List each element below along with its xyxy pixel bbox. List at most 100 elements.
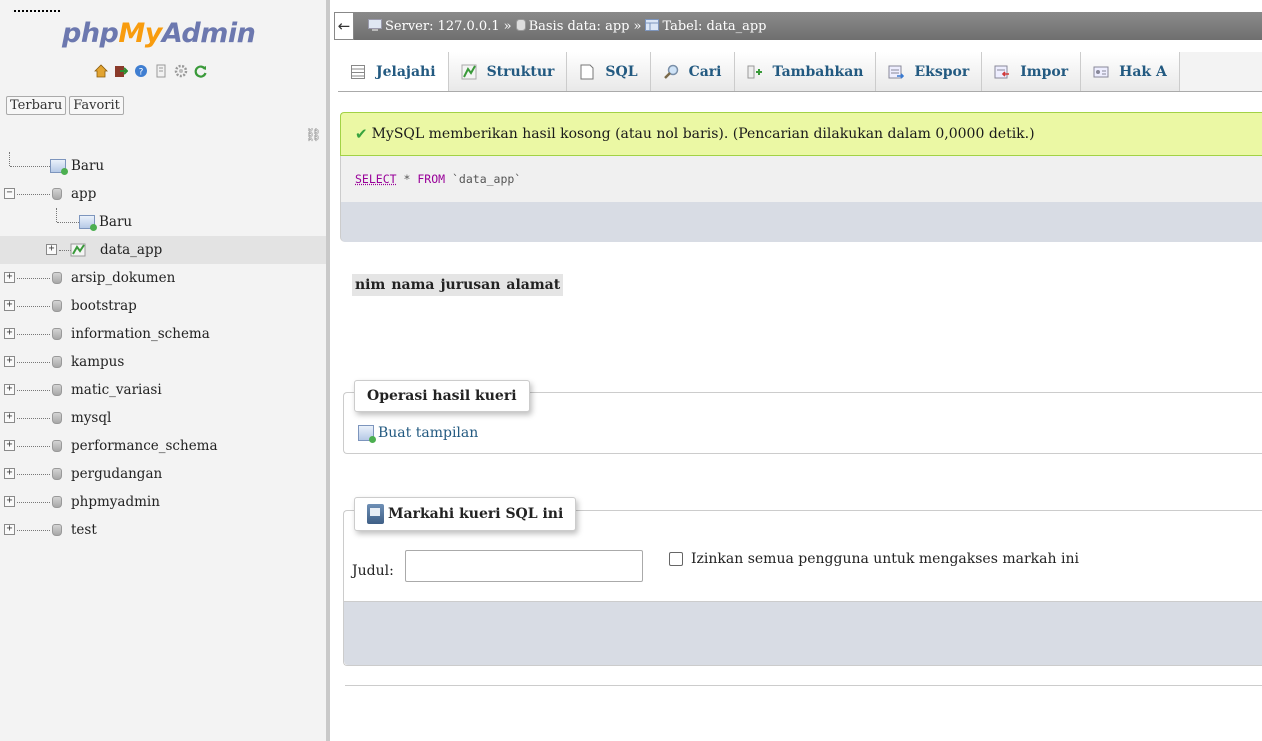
expand-icon[interactable]: + xyxy=(4,440,15,451)
expand-icon[interactable]: + xyxy=(4,412,15,423)
database-icon xyxy=(52,300,62,312)
result-columns-header: nim nama jurusan alamat xyxy=(352,274,564,296)
recent-favorite-tabs: Terbaru Favorit xyxy=(6,96,124,115)
new-icon xyxy=(50,159,68,175)
tree-item-db-pergudangan[interactable]: + pergudangan xyxy=(0,460,326,488)
tree-item-db-arsip_dokumen[interactable]: + arsip_dokumen xyxy=(0,264,326,292)
docs-icon[interactable] xyxy=(154,64,168,78)
expand-icon[interactable]: + xyxy=(4,272,15,283)
tree-item-db-bootstrap[interactable]: + bootstrap xyxy=(0,292,326,320)
column-header[interactable]: nim xyxy=(352,277,388,293)
query-operations-legend: Operasi hasil kueri xyxy=(354,380,530,412)
tree-item-db-phpmyadmin[interactable]: + phpmyadmin xyxy=(0,488,326,516)
tab-browse[interactable]: Jelajahi xyxy=(338,52,449,91)
back-button[interactable]: ← xyxy=(334,12,354,40)
reload-icon[interactable] xyxy=(194,64,208,78)
bookmark-title-label: Judul: xyxy=(352,563,394,579)
column-header[interactable]: jurusan xyxy=(437,277,503,293)
sql-actions-bar xyxy=(340,202,1262,242)
database-tree: Baru − app Baru + data_app + arsip_dokum… xyxy=(0,152,326,544)
tab-search[interactable]: Cari xyxy=(650,52,735,91)
breadcrumb-server[interactable]: Server: 127.0.0.1 xyxy=(368,18,500,34)
tree-item-db-matic_variasi[interactable]: + matic_variasi xyxy=(0,376,326,404)
tab-structure[interactable]: Struktur xyxy=(448,52,568,91)
expand-icon[interactable]: + xyxy=(4,468,15,479)
table-menu-tabs: Jelajahi Struktur SQL Cari Tambahkan Eks… xyxy=(338,52,1262,92)
database-icon xyxy=(52,188,62,200)
privileges-icon xyxy=(1093,66,1109,78)
bookmark-share-checkbox[interactable]: Izinkan semua pengguna untuk mengakses m… xyxy=(669,551,1079,567)
create-view-link[interactable]: Buat tampilan xyxy=(358,425,478,443)
top-divider xyxy=(14,10,60,12)
database-icon xyxy=(52,272,62,284)
insert-icon xyxy=(747,65,762,79)
database-icon xyxy=(52,328,62,340)
collapse-icon[interactable]: − xyxy=(4,188,15,199)
tab-privileges[interactable]: Hak A xyxy=(1081,52,1180,91)
expand-icon[interactable]: + xyxy=(4,300,15,311)
tab-insert[interactable]: Tambahkan xyxy=(734,52,877,91)
bookmark-fieldset: Markahi kueri SQL ini Judul: Izinkan sem… xyxy=(343,497,1262,666)
expand-icon[interactable]: + xyxy=(46,244,57,255)
database-icon xyxy=(52,356,62,368)
settings-icon[interactable] xyxy=(174,64,188,78)
database-icon xyxy=(52,440,62,452)
svg-text:?: ? xyxy=(139,68,144,78)
server-icon xyxy=(368,18,382,31)
tree-item-new-table[interactable]: Baru xyxy=(0,208,326,236)
tab-recent[interactable]: Terbaru xyxy=(6,96,67,115)
tree-item-db-mysql[interactable]: + mysql xyxy=(0,404,326,432)
breadcrumb: Server: 127.0.0.1 » Basis data: app » Ta… xyxy=(368,18,766,34)
expand-icon[interactable]: + xyxy=(4,328,15,339)
bookmark-legend: Markahi kueri SQL ini xyxy=(354,497,577,531)
export-icon xyxy=(888,65,905,79)
success-message: ✔ MySQL memberikan hasil kosong (atau no… xyxy=(340,112,1262,156)
tree-item-db-test[interactable]: + test xyxy=(0,516,326,544)
tree-item-db-performance_schema[interactable]: + performance_schema xyxy=(0,432,326,460)
tree-item-db-kampus[interactable]: + kampus xyxy=(0,348,326,376)
tab-sql[interactable]: SQL xyxy=(567,52,651,91)
new-table-icon xyxy=(79,215,97,231)
bookmark-icon xyxy=(367,504,384,524)
search-icon xyxy=(663,64,678,79)
bookmark-footer xyxy=(344,601,1262,665)
column-header[interactable]: nama xyxy=(388,277,437,293)
database-icon xyxy=(52,524,62,536)
expand-icon[interactable]: + xyxy=(4,524,15,535)
import-icon xyxy=(994,65,1010,79)
column-header[interactable]: alamat xyxy=(503,277,563,293)
breadcrumb-table[interactable]: Tabel: data_app xyxy=(645,18,766,34)
phpmyadmin-logo[interactable]: phpMyAdmin xyxy=(62,18,256,49)
expand-icon[interactable]: + xyxy=(4,496,15,507)
table-structure-icon xyxy=(70,243,86,257)
exit-icon[interactable] xyxy=(114,64,128,78)
database-icon xyxy=(52,384,62,396)
tab-import[interactable]: Impor xyxy=(982,52,1082,91)
sql-icon xyxy=(580,64,594,80)
database-icon xyxy=(52,412,62,424)
bookmark-title-input[interactable] xyxy=(405,550,643,582)
expand-icon[interactable]: + xyxy=(4,384,15,395)
navigation-sidebar: phpMyAdmin ? Terbaru Favorit ⛓ Baru − ap… xyxy=(0,0,330,741)
breadcrumb-bar: ← Server: 127.0.0.1 » Basis data: app » … xyxy=(334,12,1262,40)
check-icon: ✔ xyxy=(355,125,368,143)
tab-favorites[interactable]: Favorit xyxy=(69,96,124,115)
create-view-icon xyxy=(358,425,376,443)
help-icon[interactable]: ? xyxy=(134,64,148,78)
database-icon xyxy=(52,468,62,480)
table-icon xyxy=(645,18,660,31)
tree-item-table-data_app[interactable]: + data_app xyxy=(0,236,326,264)
home-icon[interactable] xyxy=(94,64,108,78)
checkbox[interactable] xyxy=(669,552,683,566)
link-icon[interactable]: ⛓ xyxy=(305,128,322,143)
sql-query-display[interactable]: SELECT * FROM `data_app` xyxy=(340,156,1262,202)
database-icon xyxy=(52,496,62,508)
tree-item-db-app[interactable]: − app xyxy=(0,180,326,208)
quick-icons: ? xyxy=(94,64,208,78)
tree-item-new-database[interactable]: Baru xyxy=(0,152,326,180)
expand-icon[interactable]: + xyxy=(4,356,15,367)
tree-item-db-information_schema[interactable]: + information_schema xyxy=(0,320,326,348)
tab-export[interactable]: Ekspor xyxy=(876,52,983,91)
database-icon xyxy=(515,18,526,31)
breadcrumb-database[interactable]: Basis data: app xyxy=(515,18,629,34)
